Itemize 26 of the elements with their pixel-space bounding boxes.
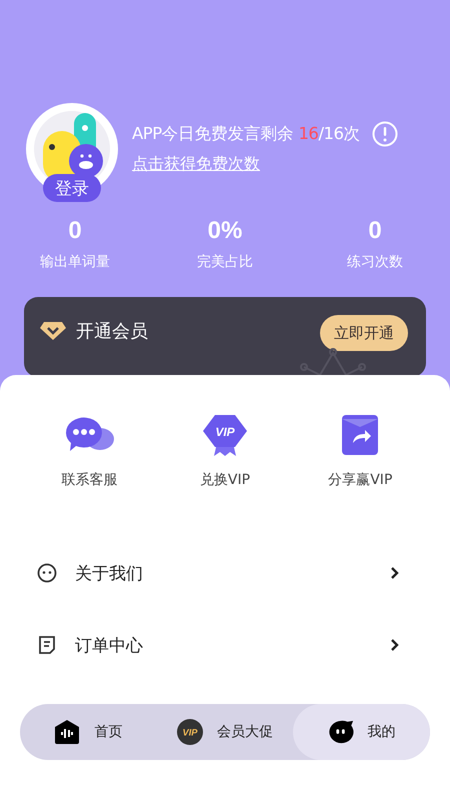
home-sound-icon — [54, 719, 80, 745]
nav-tab[interactable]: VIP 会员大促 — [156, 704, 294, 760]
vip-title: 开通会员 — [76, 320, 148, 343]
vip-coin-icon: VIP — [177, 719, 203, 745]
cat-face-icon — [328, 719, 354, 745]
stat-value: 0% — [208, 217, 242, 245]
chevron-right-icon — [390, 566, 400, 580]
diamond-icon — [40, 321, 66, 341]
chevron-right-icon — [390, 638, 400, 652]
menu-item[interactable]: 订单中心 — [0, 609, 450, 681]
stat-label: 完美占比 — [197, 253, 253, 271]
shortcut-label: 联系客服 — [62, 471, 118, 489]
face-icon — [37, 563, 57, 583]
nav-tab[interactable]: 首页 — [20, 704, 157, 760]
stat-value: 0 — [368, 217, 382, 245]
shortcut-label: 兑换VIP — [200, 471, 250, 489]
document-icon — [37, 635, 57, 655]
stat-label: 练习次数 — [347, 253, 403, 271]
stat-value: 0 — [68, 217, 82, 245]
login-button[interactable]: 登录 — [43, 174, 101, 202]
free-quota-text: APP今日免费发言剩余 16/16次 — [132, 123, 360, 145]
stat-label: 输出单词量 — [40, 253, 110, 271]
menu-item[interactable]: 关于我们 — [0, 537, 450, 609]
nav-tab[interactable]: 我的 — [293, 704, 430, 760]
shortcut-label: 分享赢VIP — [328, 471, 392, 489]
open-vip-button[interactable]: 立即开通 — [320, 315, 408, 351]
